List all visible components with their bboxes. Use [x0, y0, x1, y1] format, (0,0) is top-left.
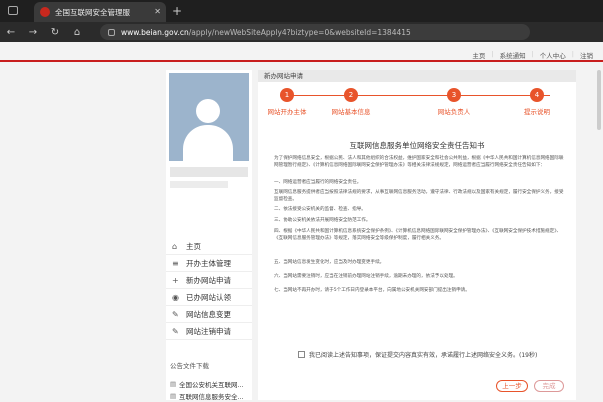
forward-icon[interactable]: → [22, 27, 44, 38]
url-domain: www.beian.gov.cn [121, 27, 189, 37]
document-title: 互联网信息服务单位网络安全责任告知书 [349, 141, 485, 150]
agree-checkbox-row[interactable]: 我已阅读上述告知事项，保证提交内容真实有效，承诺履行上述网络安全义务。(19秒) [298, 350, 537, 359]
sidebar-item-claim[interactable]: ◉ 已办网站认领 [166, 289, 252, 306]
agree-text: 我已阅读上述告知事项，保证提交内容真实有效，承诺履行上述网络安全义务。(19秒) [309, 352, 538, 359]
sidebar-item-label: 网站信息变更 [186, 309, 231, 319]
doc-paragraph: 为了保护网络信息安全，根据公民、法人和其他组织的合法权益，维护国家安全和社会公共… [274, 156, 564, 168]
user-name-blurred [170, 167, 248, 177]
finish-button[interactable]: 完成 [534, 380, 564, 392]
lock-icon [108, 28, 115, 36]
url-path: /apply/newWebSiteApply4?biztype=0&websit… [188, 27, 411, 37]
sidebar-item-label: 已办网站认领 [186, 292, 231, 302]
sidebar-item-new-site[interactable]: + 新办网站申请 [166, 272, 252, 289]
doc-paragraph: 三、协助公安机关依法开展网络安全防范工作。 [274, 218, 371, 223]
prev-button[interactable]: 上一步 [496, 380, 528, 392]
doc-link-label: 全国公安机关互联网... [179, 381, 244, 389]
doc-paragraph: 四、根据《中华人民共和国计算机信息系统安全保护条例》、《计算机信息网络国际联网安… [274, 229, 562, 241]
file-icon: ▤ [170, 380, 177, 388]
sidebar-item-label: 主页 [186, 241, 201, 251]
sidebar-item-label: 开办主体管理 [186, 258, 231, 268]
topnav-user[interactable]: 个人中心 [540, 50, 566, 60]
back-icon[interactable]: ← [0, 27, 22, 38]
reload-icon[interactable]: ↻ [44, 27, 66, 38]
step-1: 1 网站开办主体 [252, 88, 322, 116]
browser-toolbar: ← → ↻ ⌂ www.beian.gov.cn /apply/newWebSi… [0, 22, 603, 42]
address-bar[interactable]: www.beian.gov.cn /apply/newWebSiteApply4… [100, 24, 530, 40]
sidebar-item-label: 网站注销申请 [186, 326, 231, 336]
sidebar-item-entity[interactable]: ≡ 开办主体管理 [166, 255, 252, 272]
new-tab-icon[interactable]: + [172, 4, 182, 18]
doc-paragraph: 互联网信息服务提供者应当按照法律法规的要求，从事互联网信息服务活动，遵守法律、行… [274, 190, 564, 202]
close-tab-icon[interactable]: ✕ [154, 7, 161, 16]
avatar [169, 73, 249, 161]
main-panel: 新办网站申请 1 网站开办主体 2 网站基本信息 3 网站负责人 4 提示说明 互联网信… [258, 70, 576, 400]
browser-tab-bar: 全国互联网安全管理服 ✕ + [0, 0, 603, 22]
file-icon: ▤ [170, 392, 177, 400]
tab-title: 全国互联网安全管理服 [55, 7, 130, 17]
edit-icon: ✎ [172, 309, 179, 319]
topnav-notice[interactable]: 系统通知 [500, 50, 526, 60]
topnav-logout[interactable]: 注销 [580, 50, 593, 60]
docs-caption: 公告文件下载 [170, 362, 209, 370]
breadcrumb: 新办网站申请 [258, 70, 576, 82]
edit-icon: ✎ [172, 326, 179, 336]
doc-link[interactable]: ▤ 全国公安机关互联网... [170, 378, 250, 390]
topnav-home[interactable]: 主页 [472, 50, 485, 60]
doc-paragraph: 七、当网站不再开办时，请于5个工作日内登录本平台，向属地公安机关网安部门提出注销… [274, 288, 470, 293]
user-info-blurred [170, 181, 228, 188]
top-nav: 主页 | 系统通知 | 个人中心 | 注销 [472, 50, 593, 60]
scrollbar[interactable] [597, 70, 601, 130]
sidebar-item-change[interactable]: ✎ 网站信息变更 [166, 306, 252, 323]
step-2: 2 网站基本信息 [316, 88, 386, 116]
home-icon: ⌂ [172, 241, 178, 251]
doc-paragraph: 五、当网站信息发生变化时，应当及时办理变更手续。 [274, 260, 385, 265]
sidebar-menu: ⌂ 主页 ≡ 开办主体管理 + 新办网站申请 ◉ 已办网站认领 ✎ 网站信息变更 ✎ 网站注… [166, 238, 252, 340]
site-favicon-icon [40, 7, 50, 17]
sidebar-item-cancel[interactable]: ✎ 网站注销申请 [166, 323, 252, 340]
header-divider [0, 60, 603, 62]
sidebar: ⌂ 主页 ≡ 开办主体管理 + 新办网站申请 ◉ 已办网站认领 ✎ 网站信息变更 ✎ 网站注… [166, 70, 252, 402]
home-icon[interactable]: ⌂ [66, 27, 88, 38]
target-icon: ◉ [172, 292, 179, 302]
agree-checkbox[interactable] [298, 351, 305, 358]
doc-link[interactable]: ▤ 互联网信息服务安全... [170, 390, 250, 402]
list-icon: ≡ [172, 258, 179, 268]
tab-actions-icon[interactable] [8, 6, 18, 15]
sidebar-item-label: 新办网站申请 [186, 275, 231, 285]
step-3: 3 网站负责人 [419, 88, 489, 116]
doc-paragraph: 一、网络运营者应当履行的网络安全责任。 [274, 180, 362, 185]
docs-list: ▤ 全国公安机关互联网... ▤ 互联网信息服务安全... [170, 378, 250, 402]
step-progress: 1 网站开办主体 2 网站基本信息 3 网站负责人 4 提示说明 [258, 88, 576, 128]
doc-paragraph: 二、依法接受公安机关的监督、检查、指导。 [274, 207, 366, 212]
doc-paragraph: 六、当网站需要注销时，应当在注销前办理网站注销手续，逾期未办理的，依法予以处理。 [274, 274, 458, 279]
sidebar-item-home[interactable]: ⌂ 主页 [166, 238, 252, 255]
plus-icon: + [172, 275, 179, 285]
browser-tab[interactable]: 全国互联网安全管理服 ✕ [34, 2, 166, 22]
step-4: 4 提示说明 [502, 88, 572, 116]
